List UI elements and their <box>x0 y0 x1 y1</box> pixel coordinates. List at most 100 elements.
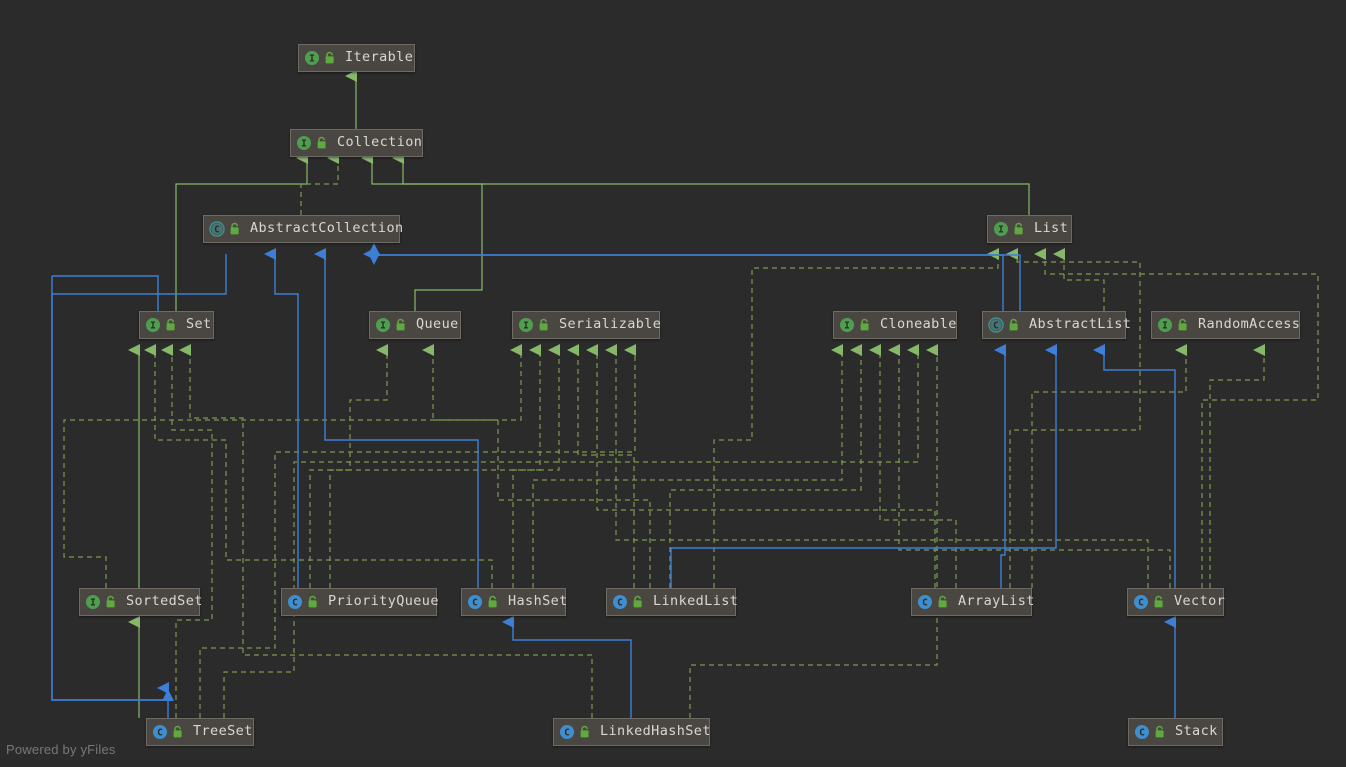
interface-icon: I <box>518 317 534 333</box>
uml-node-abstractlist[interactable]: C AbstractList <box>982 311 1131 339</box>
uml-node-label: Queue <box>416 316 459 333</box>
uml-node-set[interactable]: I Set <box>139 311 214 339</box>
uml-node-randomaccess[interactable]: I RandomAccess <box>1151 311 1300 339</box>
uml-node-linkedlist[interactable]: C LinkedList <box>606 588 738 616</box>
lock-icon <box>858 318 871 332</box>
abstract-class-icon: C <box>988 317 1004 333</box>
interface-icon: I <box>1157 317 1173 333</box>
interface-icon: I <box>304 50 320 66</box>
node-icon-group: C <box>988 317 1020 333</box>
svg-text:I: I <box>150 321 156 332</box>
uml-node-label: Serializable <box>559 316 662 333</box>
yfiles-watermark: Powered by yFiles <box>6 742 116 757</box>
lock-icon <box>1007 318 1020 332</box>
svg-text:I: I <box>380 321 386 332</box>
lock-icon <box>104 595 117 609</box>
uml-node-label: Set <box>186 316 212 333</box>
lock-icon <box>631 595 644 609</box>
interface-icon: I <box>375 317 391 333</box>
uml-node-label: LinkedHashSet <box>600 723 711 740</box>
node-icon-group: I <box>993 221 1025 237</box>
lock-icon <box>171 725 184 739</box>
svg-text:C: C <box>617 598 623 609</box>
uml-node-label: Cloneable <box>880 316 957 333</box>
uml-node-abstractcollection[interactable]: C AbstractCollection <box>203 215 403 243</box>
node-icon-group: C <box>287 594 319 610</box>
uml-node-label: RandomAccess <box>1198 316 1301 333</box>
uml-node-priorityqueue[interactable]: C PriorityQueue <box>281 588 438 616</box>
uml-node-queue[interactable]: I Queue <box>369 311 461 339</box>
uml-node-label: LinkedList <box>653 593 739 610</box>
lock-icon <box>1176 318 1189 332</box>
node-icon-group: C <box>152 724 184 740</box>
uml-node-iterable[interactable]: I Iterable <box>298 44 415 72</box>
class-icon: C <box>612 594 628 610</box>
uml-node-stack[interactable]: C Stack <box>1128 718 1223 746</box>
svg-text:I: I <box>1162 321 1168 332</box>
uml-diagram-canvas[interactable]: I Iterable I Collection C AbstractCollec… <box>0 0 1346 767</box>
node-icon-group: C <box>467 594 499 610</box>
node-icon-group: C <box>612 594 644 610</box>
uml-node-cloneable[interactable]: I Cloneable <box>833 311 957 339</box>
uml-node-label: PriorityQueue <box>328 593 439 610</box>
lock-icon <box>1012 222 1025 236</box>
uml-node-label: AbstractList <box>1029 316 1132 333</box>
svg-text:C: C <box>1138 598 1144 609</box>
lock-icon <box>1152 595 1165 609</box>
svg-text:I: I <box>301 139 307 150</box>
uml-node-collection[interactable]: I Collection <box>290 129 423 157</box>
interface-icon: I <box>85 594 101 610</box>
node-icon-group: I <box>85 594 117 610</box>
uml-node-serializable[interactable]: I Serializable <box>512 311 662 339</box>
class-icon: C <box>467 594 483 610</box>
lock-icon <box>164 318 177 332</box>
svg-text:C: C <box>214 225 220 236</box>
svg-text:I: I <box>309 54 315 65</box>
svg-text:I: I <box>523 321 529 332</box>
uml-node-label: TreeSet <box>193 723 253 740</box>
lock-icon <box>936 595 949 609</box>
node-icon-group: C <box>1134 724 1166 740</box>
lock-icon <box>228 222 241 236</box>
node-icon-group: I <box>145 317 177 333</box>
uml-node-label: Iterable <box>345 49 414 66</box>
svg-text:C: C <box>472 598 478 609</box>
node-layer: I Iterable I Collection C AbstractCollec… <box>0 0 1346 767</box>
uml-node-label: ArrayList <box>958 593 1035 610</box>
lock-icon <box>578 725 591 739</box>
class-icon: C <box>917 594 933 610</box>
svg-text:I: I <box>844 321 850 332</box>
interface-icon: I <box>145 317 161 333</box>
node-icon-group: I <box>304 50 336 66</box>
interface-icon: I <box>296 135 312 151</box>
uml-node-vector[interactable]: C Vector <box>1127 588 1225 616</box>
uml-node-treeset[interactable]: C TreeSet <box>146 718 254 746</box>
uml-node-label: List <box>1034 220 1069 237</box>
class-icon: C <box>1134 724 1150 740</box>
svg-text:C: C <box>922 598 928 609</box>
lock-icon <box>323 51 336 65</box>
uml-node-label: SortedSet <box>126 593 203 610</box>
lock-icon <box>394 318 407 332</box>
node-icon-group: C <box>559 724 591 740</box>
uml-node-hashset[interactable]: C HashSet <box>461 588 567 616</box>
lock-icon <box>486 595 499 609</box>
svg-text:C: C <box>292 598 298 609</box>
uml-node-arraylist[interactable]: C ArrayList <box>911 588 1034 616</box>
node-icon-group: I <box>296 135 328 151</box>
class-icon: C <box>152 724 168 740</box>
uml-node-linkedhashset[interactable]: C LinkedHashSet <box>553 718 710 746</box>
node-icon-group: C <box>1133 594 1165 610</box>
uml-node-label: HashSet <box>508 593 568 610</box>
svg-text:C: C <box>157 728 163 739</box>
class-icon: C <box>559 724 575 740</box>
node-icon-group: I <box>1157 317 1189 333</box>
lock-icon <box>315 136 328 150</box>
svg-text:C: C <box>564 728 570 739</box>
svg-text:I: I <box>998 225 1004 236</box>
uml-node-label: Stack <box>1175 723 1218 740</box>
uml-node-label: Collection <box>337 134 423 151</box>
uml-node-list[interactable]: I List <box>987 215 1072 243</box>
uml-node-sortedset[interactable]: I SortedSet <box>79 588 202 616</box>
class-icon: C <box>1133 594 1149 610</box>
